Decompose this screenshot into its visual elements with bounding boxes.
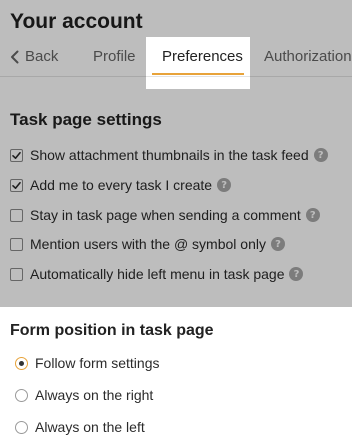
- tab-profile[interactable]: Profile: [93, 48, 136, 65]
- checkbox[interactable]: [10, 178, 23, 192]
- back-tab-label: Back: [25, 48, 59, 65]
- radio-button[interactable]: [15, 356, 28, 370]
- option-mention-users[interactable]: Mention users with the @ symbol only ?: [10, 236, 285, 252]
- tab-authorization[interactable]: Authorization: [264, 48, 352, 65]
- checkbox[interactable]: [10, 148, 23, 162]
- checkbox[interactable]: [10, 237, 23, 251]
- checkmark-icon: [12, 151, 21, 159]
- active-tab-indicator: [152, 73, 244, 75]
- option-label: Mention users with the @ symbol only: [30, 236, 266, 252]
- option-label: Add me to every task I create: [30, 177, 213, 193]
- checkbox[interactable]: [10, 267, 23, 281]
- help-icon[interactable]: ?: [305, 208, 320, 222]
- option-hide-left-menu[interactable]: Automatically hide left menu in task pag…: [10, 266, 304, 282]
- option-add-me-to-task[interactable]: Add me to every task I create ?: [10, 177, 232, 193]
- tab-preferences[interactable]: Preferences: [162, 48, 243, 65]
- option-label: Stay in task page when sending a comment: [30, 207, 301, 223]
- radio-always-left[interactable]: Always on the left: [15, 419, 145, 435]
- option-show-thumbnails[interactable]: Show attachment thumbnails in the task f…: [10, 147, 328, 163]
- help-icon[interactable]: ?: [289, 267, 304, 281]
- help-icon[interactable]: ?: [313, 148, 328, 162]
- help-icon[interactable]: ?: [217, 178, 232, 192]
- radio-label: Always on the left: [35, 419, 145, 435]
- radio-label: Follow form settings: [35, 355, 160, 371]
- form-position-title: Form position in task page: [10, 322, 214, 339]
- radio-always-right[interactable]: Always on the right: [15, 387, 153, 403]
- radio-selected-dot: [19, 360, 24, 366]
- page-title: Your account: [10, 10, 143, 33]
- help-icon[interactable]: ?: [270, 237, 285, 251]
- checkbox[interactable]: [10, 208, 23, 222]
- radio-button[interactable]: [15, 420, 28, 434]
- radio-label: Always on the right: [35, 387, 154, 403]
- radio-follow-form-settings[interactable]: Follow form settings: [15, 355, 159, 371]
- back-tab[interactable]: Back: [10, 48, 58, 65]
- option-stay-in-task-page[interactable]: Stay in task page when sending a comment…: [10, 207, 320, 223]
- chevron-left-icon: [10, 50, 19, 64]
- option-label: Automatically hide left menu in task pag…: [30, 266, 285, 282]
- option-label: Show attachment thumbnails in the task f…: [30, 147, 309, 163]
- task-settings-title: Task page settings: [10, 110, 162, 129]
- radio-button[interactable]: [15, 388, 28, 402]
- tabs-divider: [0, 76, 352, 77]
- checkmark-icon: [12, 181, 21, 189]
